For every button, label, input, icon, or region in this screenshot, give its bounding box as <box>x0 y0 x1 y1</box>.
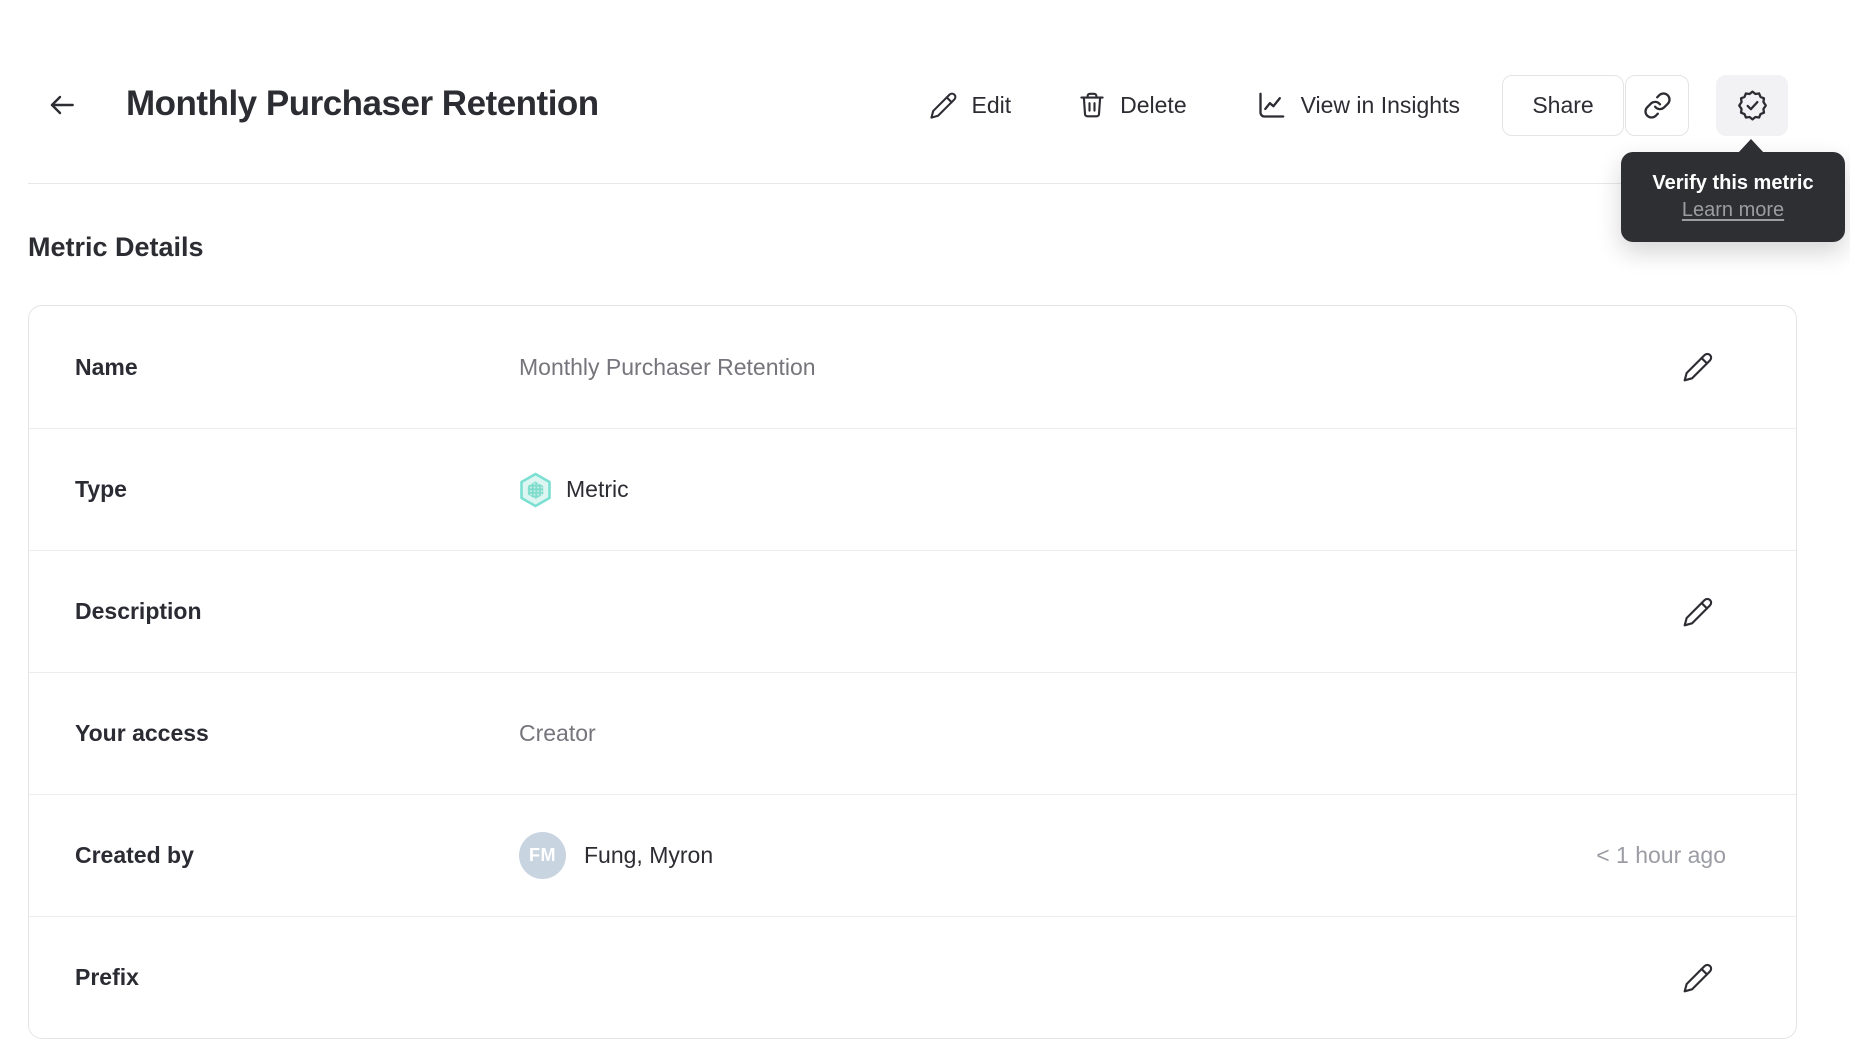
avatar: FM <box>519 832 566 879</box>
type-value: Metric <box>566 476 629 502</box>
name-value: Monthly Purchaser Retention <box>519 353 816 380</box>
verify-tooltip: Verify this metric Learn more <box>1621 139 1845 242</box>
view-in-insights-button[interactable]: View in Insights <box>1255 89 1460 122</box>
created-by-value: Fung, Myron <box>584 842 714 868</box>
link-icon <box>1643 91 1672 120</box>
your-access-value: Creator <box>519 720 596 746</box>
view-in-insights-label: View in Insights <box>1300 91 1460 118</box>
verify-tooltip-title: Verify this metric <box>1652 172 1814 194</box>
header-actions: Edit Delete View in Insights Share <box>929 74 1788 136</box>
metric-hexagon-icon <box>519 472 552 508</box>
edit-button[interactable]: Edit <box>929 91 1011 120</box>
metric-details-card: Name Monthly Purchaser Retention Type Me… <box>28 305 1797 1039</box>
line-chart-icon <box>1255 89 1288 122</box>
verified-badge-icon <box>1735 88 1770 123</box>
section-title: Metric Details <box>28 232 204 262</box>
detail-row-your-access: Your access Creator <box>29 672 1796 794</box>
detail-row-description: Description <box>29 550 1796 672</box>
arrow-left-icon <box>46 89 78 121</box>
pencil-icon <box>1682 962 1714 994</box>
created-timestamp: < 1 hour ago <box>1596 842 1726 868</box>
row-label: Description <box>75 598 202 624</box>
pencil-icon <box>929 91 958 120</box>
edit-button-label: Edit <box>971 91 1012 118</box>
edit-name-button[interactable] <box>1682 351 1714 383</box>
delete-button[interactable]: Delete <box>1077 90 1187 120</box>
share-button-label: Share <box>1532 91 1594 118</box>
detail-row-created-by: Created by FM Fung, Myron < 1 hour ago <box>29 794 1796 916</box>
row-label: Your access <box>75 720 209 746</box>
row-label: Type <box>75 476 127 502</box>
share-button[interactable]: Share <box>1502 74 1624 136</box>
pencil-icon <box>1682 596 1714 628</box>
trash-icon <box>1077 90 1107 120</box>
edit-prefix-button[interactable] <box>1682 962 1714 994</box>
share-button-group: Share <box>1502 74 1689 136</box>
detail-row-name: Name Monthly Purchaser Retention <box>29 306 1796 428</box>
copy-link-button[interactable] <box>1625 74 1689 136</box>
row-label: Prefix <box>75 964 139 990</box>
detail-row-type: Type Metric <box>29 428 1796 550</box>
page-title: Monthly Purchaser Retention <box>126 84 599 123</box>
detail-row-prefix: Prefix <box>29 916 1796 1038</box>
pencil-icon <box>1682 351 1714 383</box>
row-label: Created by <box>75 842 194 868</box>
row-label: Name <box>75 353 138 380</box>
header-divider <box>28 183 1797 184</box>
learn-more-link[interactable]: Learn more <box>1682 199 1784 222</box>
delete-button-label: Delete <box>1120 91 1187 118</box>
verify-metric-button[interactable] <box>1716 74 1788 136</box>
edit-description-button[interactable] <box>1682 596 1714 628</box>
back-button[interactable] <box>44 87 80 123</box>
